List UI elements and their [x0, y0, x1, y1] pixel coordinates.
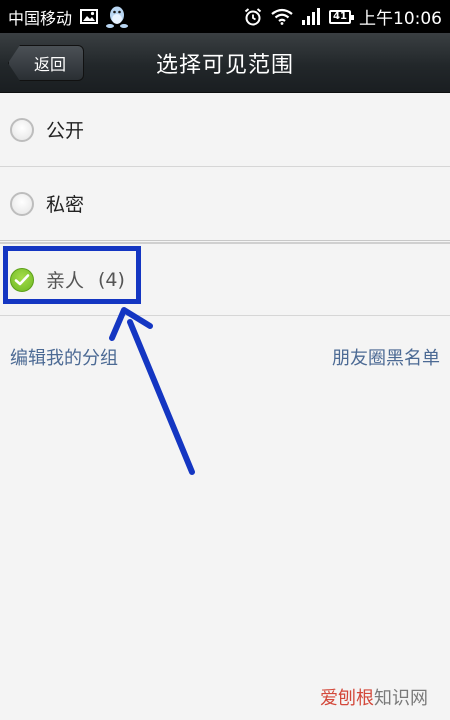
- option-private-label: 私密: [46, 194, 85, 216]
- option-public[interactable]: 公开: [0, 93, 450, 167]
- image-icon: [80, 9, 99, 24]
- edit-my-groups-link[interactable]: 编辑我的分组: [10, 344, 118, 374]
- screen: 中国移动 41 上午10:06 选择可见范围 返回 公开 私密 亲人 (4) 编…: [0, 0, 450, 720]
- watermark-accent: 爱刨根: [320, 688, 374, 709]
- clock-label: 上午10:06: [359, 9, 442, 29]
- signal-strength-icon: [301, 8, 321, 25]
- status-bar: 中国移动 41 上午10:06: [0, 0, 450, 33]
- radio-unchecked-icon[interactable]: [10, 191, 34, 216]
- carrier-label: 中国移动: [8, 8, 73, 28]
- qq-penguin-icon: [106, 5, 129, 29]
- radio-unchecked-icon[interactable]: [10, 117, 34, 142]
- back-button[interactable]: 返回: [8, 45, 84, 81]
- wifi-icon: [271, 8, 293, 25]
- moments-blacklist-link[interactable]: 朋友圈黑名单: [332, 344, 440, 374]
- option-private[interactable]: 私密: [0, 167, 450, 241]
- watermark: 爱刨根知识网: [320, 684, 428, 710]
- battery-icon: 41: [329, 9, 354, 24]
- watermark-rest: 知识网: [374, 688, 428, 709]
- links-row: 编辑我的分组 朋友圈黑名单: [0, 344, 450, 374]
- annotation-highlight-box: [3, 246, 141, 304]
- status-right: 41 上午10:06: [243, 4, 442, 29]
- status-left: 中国移动: [8, 5, 129, 29]
- alarm-clock-icon: [243, 7, 263, 27]
- title-bar: 选择可见范围 返回: [0, 33, 450, 93]
- option-public-label: 公开: [46, 120, 85, 142]
